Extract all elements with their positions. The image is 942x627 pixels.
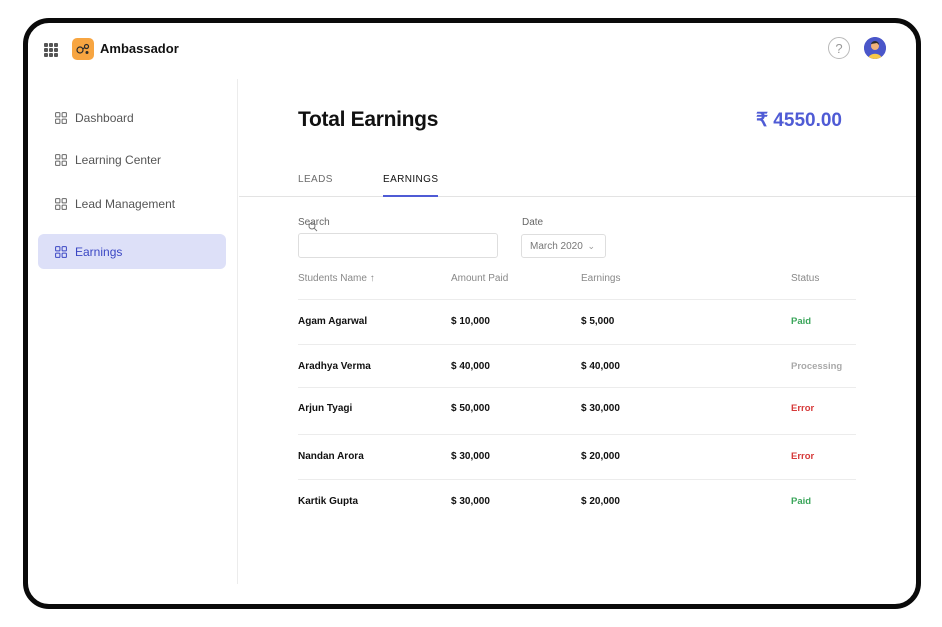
date-select-value: March 2020 [530, 240, 583, 252]
page-title: Total Earnings [298, 108, 439, 131]
column-header-students-name[interactable]: Students Name ↑ [298, 273, 375, 284]
status-badge: Error [791, 403, 815, 414]
table-row[interactable]: Kartik Gupta $ 30,000 $ 20,000 Paid [298, 480, 856, 525]
earnings-value: $ 30,000 [581, 403, 620, 414]
sidebar-item-label: Learning Center [75, 152, 162, 167]
earnings-value: $ 40,000 [581, 361, 620, 372]
student-name: Kartik Gupta [298, 496, 359, 507]
sidebar-item-label: Dashboard [75, 110, 134, 125]
column-header-status: Status [791, 273, 820, 284]
sidebar-item-dashboard[interactable]: Dashboard [38, 100, 226, 135]
student-name: Agam Agarwal [298, 316, 368, 327]
search-input[interactable] [298, 233, 498, 258]
chevron-down-icon: ⌄ [587, 241, 595, 251]
avatar[interactable] [864, 37, 886, 59]
grid-icon [55, 111, 67, 124]
student-name: Aradhya Verma [298, 361, 371, 372]
brand-logo-icon [72, 38, 94, 60]
table-row[interactable]: Nandan Arora $ 30,000 $ 20,000 Error [298, 435, 856, 480]
grid-icon [55, 153, 67, 166]
table-row[interactable]: Arjun Tyagi $ 50,000 $ 30,000 Error [298, 388, 856, 435]
earnings-value: $ 20,000 [581, 496, 620, 507]
sidebar-item-label: Lead Management [75, 196, 176, 211]
grid-icon [55, 197, 67, 210]
status-badge: Paid [791, 496, 812, 507]
amount-paid: $ 40,000 [451, 361, 490, 372]
column-header-earnings: Earnings [581, 273, 621, 284]
sidebar: Dashboard Learning Center Lead Managemen… [28, 79, 238, 584]
amount-paid: $ 50,000 [451, 403, 490, 414]
amount-paid: $ 10,000 [451, 316, 490, 327]
sidebar-item-earnings[interactable]: Earnings [38, 234, 226, 269]
amount-paid: $ 30,000 [451, 496, 490, 507]
grid-icon [55, 245, 67, 258]
sidebar-item-lead-management[interactable]: Lead Management [38, 186, 226, 221]
search-icon [308, 222, 318, 232]
table-row[interactable]: Aradhya Verma $ 40,000 $ 40,000 Processi… [298, 345, 856, 388]
tab-leads[interactable]: LEADS [298, 174, 333, 197]
tab-bar: LEADS EARNINGS [239, 174, 916, 197]
student-name: Nandan Arora [298, 451, 364, 462]
date-select[interactable]: March 2020 ⌄ [521, 234, 606, 258]
status-badge: Processing [791, 361, 843, 372]
top-bar: Ambassador ? [28, 23, 916, 79]
status-badge: Paid [791, 316, 812, 327]
sidebar-item-learning-center[interactable]: Learning Center [38, 142, 226, 177]
amount-paid: $ 30,000 [451, 451, 490, 462]
status-badge: Error [791, 451, 815, 462]
sort-arrow-icon: ↑ [369, 273, 375, 284]
column-header-amount-paid: Amount Paid [451, 273, 509, 284]
apps-grid-icon[interactable] [44, 43, 58, 57]
date-label: Date [522, 217, 544, 228]
total-earnings-amount: ₹ 4550.00 [755, 110, 842, 131]
main-content: Total Earnings ₹ 4550.00 LEADS EARNINGS … [239, 79, 916, 584]
sidebar-item-label: Earnings [75, 244, 123, 259]
student-name: Arjun Tyagi [298, 403, 353, 414]
help-icon[interactable]: ? [828, 37, 850, 59]
tab-earnings[interactable]: EARNINGS [383, 174, 439, 197]
earnings-value: $ 5,000 [581, 316, 615, 327]
device-frame: Ambassador ? Dashboard Learning Center L… [23, 18, 921, 609]
earnings-value: $ 20,000 [581, 451, 620, 462]
brand-name: Ambassador [100, 41, 179, 56]
table-row[interactable]: Agam Agarwal $ 10,000 $ 5,000 Paid [298, 300, 856, 345]
